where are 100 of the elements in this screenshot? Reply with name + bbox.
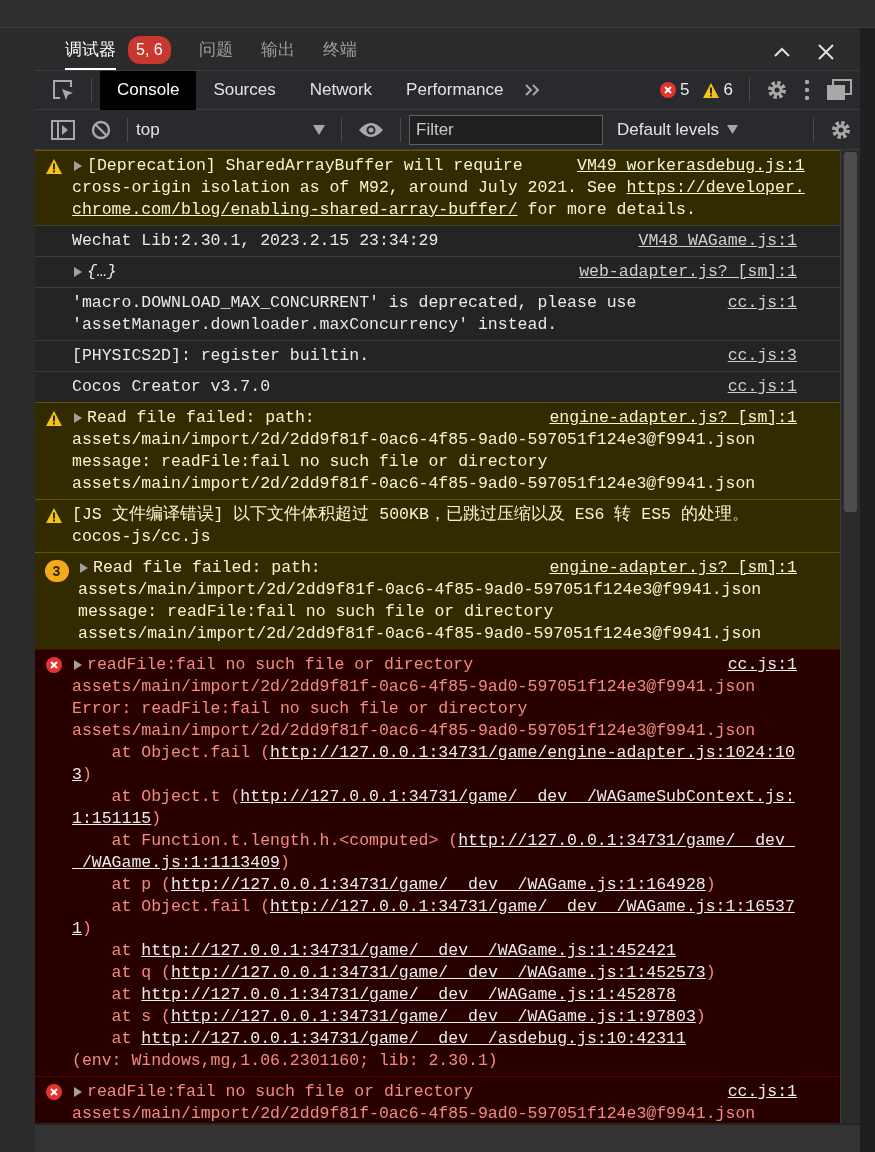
log-link[interactable]: https://developer. — [626, 177, 805, 199]
dock-icon[interactable] — [826, 79, 852, 101]
source-link[interactable]: web-adapter.js? [sm]:1 — [567, 261, 797, 283]
log-link[interactable]: 1 — [72, 918, 82, 940]
inspect-icon[interactable] — [51, 78, 75, 102]
log-text: assets/main/import/2d/2dd9f81f-0ac6-4f85-9ad0-597051f124e3@f9941.json — [78, 579, 762, 601]
log-text: Cocos Creator v3.7.0 — [72, 376, 271, 398]
log-text: ) — [151, 808, 162, 830]
warning-icon — [44, 410, 63, 427]
log-link[interactable]: http://127.0.0.1:34731/game/engine-adapter.js:1024:10 — [270, 742, 795, 764]
levels-dropdown[interactable]: Default levels — [611, 116, 745, 143]
devtools-tab[interactable]: Performance — [389, 70, 521, 110]
log-text: ) — [705, 874, 716, 896]
warning-count[interactable]: 6 — [723, 77, 733, 103]
devtools-tab[interactable]: Sources — [196, 70, 293, 110]
log-text: at — [110, 984, 133, 1006]
log-link[interactable]: http://127.0.0.1:34731/game/__dev__/WAGame.js:1:97803 — [171, 1006, 696, 1028]
source-link[interactable]: cc.js:1 — [715, 376, 797, 398]
log-link[interactable]: http://127.0.0.1:34731/game/__dev__/WAGame.js:1:452421 — [141, 940, 676, 962]
scrollbar-thumb[interactable] — [844, 152, 857, 512]
context-select[interactable]: top — [128, 114, 333, 145]
expand-icon[interactable] — [72, 659, 84, 671]
log-text: at — [110, 940, 133, 962]
devtools-tab[interactable]: Console — [100, 70, 197, 110]
log-text: ) — [705, 962, 716, 984]
error-count[interactable]: 5 — [680, 77, 690, 103]
panel-tab[interactable]: 问题 — [198, 29, 233, 70]
log-text: assets/main/import/2d/2dd9f81f-0ac6-4f85-9ad0-597051f124e3@f9941.json — [72, 429, 756, 451]
expand-icon[interactable] — [72, 412, 84, 424]
log-text: 'macro.DOWNLOAD_MAX_CONCURRENT' is deprecated, please use — [72, 292, 637, 314]
log-text: at q ( — [110, 962, 172, 984]
log-text: [PHYSICS2D]: register builtin. — [72, 345, 370, 367]
source-link[interactable]: engine-adapter.js? [sm]:1 — [537, 407, 797, 429]
log-text: message: readFile:fail no such file or directory — [78, 601, 554, 623]
count-badge: 5, 6 — [128, 35, 171, 64]
source-link[interactable]: cc.js:1 — [715, 1081, 797, 1103]
caret-icon — [313, 124, 325, 135]
log-text: assets/main/import/2d/2dd9f81f-0ac6-4f85-9ad0-597051f124e3@f9941.json — [78, 623, 762, 645]
caret-icon — [727, 125, 739, 134]
log-link[interactable]: http://127.0.0.1:34731/game/__dev__/asdebug.js:10:42311 — [141, 1028, 686, 1050]
log-text: Wechat Lib:2.30.1, 2023.2.15 23:34:29 — [72, 230, 439, 252]
devtools-tab[interactable]: Network — [292, 70, 390, 110]
log-text: ) — [81, 918, 92, 940]
settings-icon[interactable] — [830, 118, 852, 141]
log-text: cross-origin isolation as of M92, around July 2021. See — [72, 177, 618, 199]
log-link[interactable]: http://127.0.0.1:34731/game/__dev__/WAGameSubContext.js: — [240, 786, 795, 808]
log-link[interactable]: chrome.com/blog/enabling-shared-array-buffer/ — [72, 199, 518, 221]
log-text: message: readFile:fail no such file or directory — [72, 451, 548, 473]
close-icon[interactable] — [816, 42, 836, 62]
eye-icon[interactable] — [358, 120, 384, 139]
warning-icon — [701, 81, 720, 99]
source-link[interactable]: VM49 workerasdebug.js:1 — [565, 155, 805, 177]
log-link[interactable]: http://127.0.0.1:34731/game/__dev__/WAGame.js:1:452573 — [171, 962, 706, 984]
log-text: Read file failed: path: — [87, 407, 315, 429]
log-text: assets/main/import/2d/2dd9f81f-0ac6-4f85-9ad0-597051f124e3@f9941.json — [72, 473, 756, 495]
log-text: ) — [279, 852, 290, 874]
expand-icon[interactable] — [72, 1086, 84, 1098]
panel-tab[interactable]: 终端 — [322, 29, 357, 70]
more-options-icon[interactable] — [804, 79, 810, 101]
expand-icon[interactable] — [72, 160, 84, 172]
log-text: cocos-js/cc.js — [72, 526, 211, 548]
log-link[interactable]: http://127.0.0.1:34731/game/__dev__/WAGame.js:1:16537 — [270, 896, 795, 918]
source-link[interactable]: cc.js:1 — [715, 292, 797, 314]
filter-field[interactable]: Filter — [409, 114, 603, 145]
log-text: at Object.t ( — [110, 786, 241, 808]
log-text: at Function.t.length.h.<computed> ( — [110, 830, 459, 852]
repeat-count: 3 — [44, 560, 69, 582]
panel-tab[interactable]: 输出 — [260, 29, 295, 70]
error-icon — [45, 657, 62, 673]
source-link[interactable]: VM48 WAGame.js:1 — [626, 230, 797, 252]
log-text: for more details. — [526, 199, 696, 221]
log-text: ) — [81, 764, 92, 786]
log-link[interactable]: _/WAGame.js:1:1113409 — [72, 852, 280, 874]
object-preview[interactable]: {…} — [87, 261, 117, 283]
source-link[interactable]: cc.js:3 — [715, 345, 797, 367]
expand-icon[interactable] — [72, 266, 84, 278]
log-text: at Object.fail ( — [110, 742, 271, 764]
log-text: Error: readFile:fail no such file or directory — [72, 698, 528, 720]
log-text: (env: Windows,mg,1.06.2301160; lib: 2.30.1) — [72, 1050, 498, 1072]
log-text: ) — [695, 1006, 706, 1028]
clear-console-icon[interactable] — [91, 119, 111, 140]
log-text: assets/main/import/2d/2dd9f81f-0ac6-4f85-9ad0-597051f124e3@f9941.json — [72, 676, 756, 698]
source-link[interactable]: engine-adapter.js? [sm]:1 — [537, 557, 797, 579]
expand-icon[interactable] — [78, 562, 90, 574]
log-text: at — [110, 1028, 133, 1050]
log-link[interactable]: http://127.0.0.1:34731/game/__dev__/WAGame.js:1:164928 — [171, 874, 706, 896]
log-text: [Deprecation] SharedArrayBuffer will require — [87, 155, 523, 177]
error-icon — [45, 1084, 62, 1100]
log-link[interactable]: 1:151115 — [72, 808, 152, 830]
log-text: Read file failed: path: — [93, 557, 321, 579]
log-text: readFile:fail no such file or directory — [87, 654, 474, 676]
log-link[interactable]: http://127.0.0.1:34731/game/__dev__/WAGame.js:1:452878 — [141, 984, 676, 1006]
log-link[interactable]: 3 — [72, 764, 82, 786]
settings-icon[interactable] — [766, 79, 788, 101]
source-link[interactable]: cc.js:1 — [715, 654, 797, 676]
log-text: readFile:fail no such file or directory — [87, 1081, 474, 1103]
error-icon — [660, 82, 677, 98]
sidebar-toggle-icon[interactable] — [51, 119, 75, 140]
log-text: 'assetManager.downloader.maxConcurrency' instead. — [72, 314, 558, 336]
log-link[interactable]: http://127.0.0.1:34731/game/__dev_ — [458, 830, 795, 852]
